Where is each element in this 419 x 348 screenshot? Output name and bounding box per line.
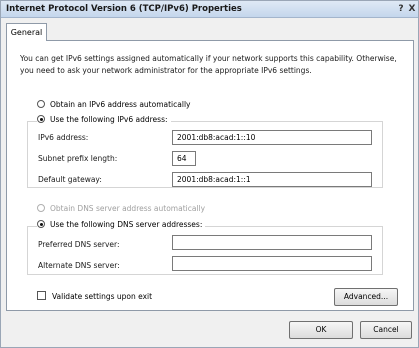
window-title: Internet Protocol Version 6 (TCP/IPv6) P… — [6, 4, 242, 14]
radio-dot — [37, 204, 45, 212]
ipv6-address-label: IPv6 address: — [38, 133, 89, 142]
prefix-length-label: Subnet prefix length: — [38, 154, 118, 163]
radio-label: Use the following DNS server addresses: — [50, 220, 203, 229]
radio-obtain-dns-auto[interactable]: Obtain DNS server address automatically — [37, 204, 209, 213]
cancel-button[interactable]: Cancel — [360, 321, 412, 339]
ipv6-address-input[interactable]: 2001:db8:acad:1::10 — [172, 130, 372, 145]
prefix-length-input[interactable]: 64 — [172, 151, 196, 166]
description-text: You can get IPv6 settings assigned autom… — [20, 54, 397, 75]
properties-dialog: Internet Protocol Version 6 (TCP/IPv6) P… — [0, 0, 419, 348]
checkbox-box — [37, 291, 46, 300]
help-button[interactable]: ? — [396, 3, 406, 16]
radio-use-following-dns[interactable]: Use the following DNS server addresses: — [37, 220, 206, 229]
default-gateway-label: Default gateway: — [38, 175, 102, 184]
radio-obtain-ipv6-auto[interactable]: Obtain an IPv6 address automatically — [37, 100, 194, 109]
radio-dot — [37, 115, 45, 123]
advanced-button[interactable]: Advanced... — [334, 288, 398, 306]
preferred-dns-input[interactable] — [172, 235, 372, 250]
tab-general[interactable]: General — [6, 23, 47, 41]
radio-dot — [37, 220, 45, 228]
radio-label: Obtain DNS server address automatically — [50, 204, 206, 213]
radio-label: Use the following IPv6 address: — [50, 115, 168, 124]
radio-label: Obtain an IPv6 address automatically — [50, 100, 191, 109]
default-gateway-input[interactable]: 2001:db8:acad:1::1 — [172, 172, 372, 187]
close-button[interactable]: X — [407, 3, 417, 16]
ok-button[interactable]: OK — [289, 321, 353, 339]
checkbox-label: Validate settings upon exit — [52, 292, 153, 301]
alternate-dns-input[interactable] — [172, 256, 372, 271]
preferred-dns-label: Preferred DNS server: — [38, 240, 120, 249]
validate-settings-checkbox[interactable]: Validate settings upon exit — [37, 291, 152, 301]
radio-use-following-ipv6[interactable]: Use the following IPv6 address: — [37, 115, 171, 124]
radio-dot — [37, 100, 45, 108]
title-bar[interactable]: Internet Protocol Version 6 (TCP/IPv6) P… — [1, 1, 418, 18]
alternate-dns-label: Alternate DNS server: — [38, 261, 120, 270]
